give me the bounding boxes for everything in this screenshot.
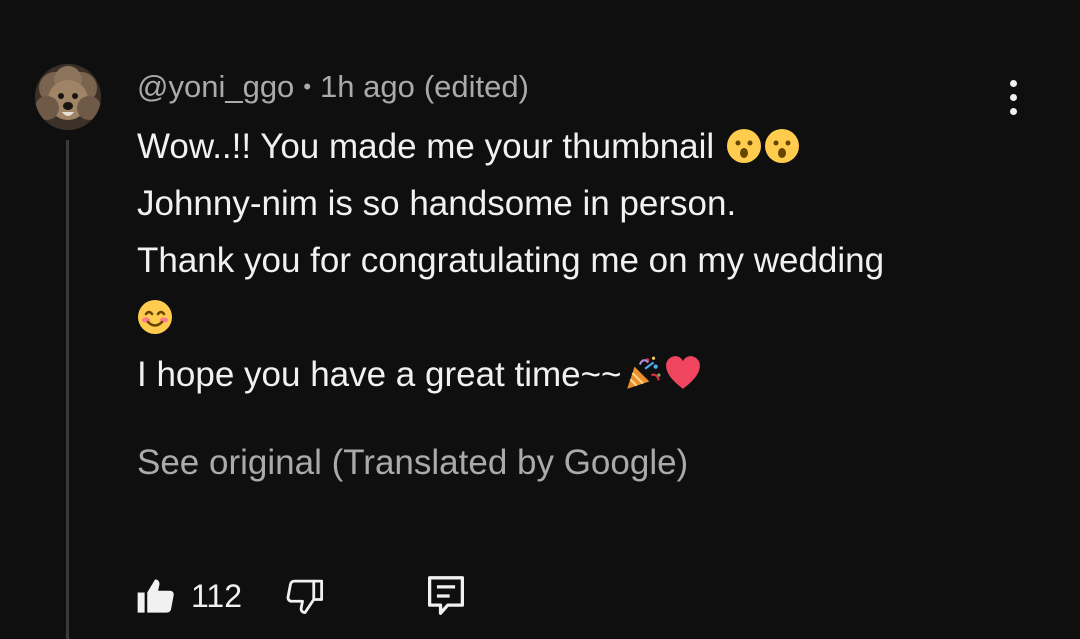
more-vertical-icon [1009,79,1017,87]
thumbs-up-icon [137,579,174,613]
comment-line-5: I hope you have a great time~~ [137,346,1037,403]
reply-button[interactable] [426,574,466,618]
author-handle[interactable]: @yoni_ggo [137,69,294,105]
comment-line-1: Wow..!! You made me your thumbnail [137,118,1037,175]
comment-text: Wow..!! You made me your thumbnail Johnn… [137,118,1037,403]
hushed-face-emoji-icon [726,129,761,163]
hushed-face-emoji-icon [764,129,799,163]
comment-line-4 [137,289,1037,346]
comment-header: @yoni_ggo • 1h ago (edited) [137,66,529,108]
red-heart-emoji-icon [665,356,700,389]
comment-time[interactable]: 1h ago [320,69,415,105]
meta-separator: • [303,74,312,99]
party-popper-emoji-icon [626,356,660,389]
more-actions-button[interactable] [994,74,1032,120]
like-count: 112 [191,577,243,614]
comment-line-3: Thank you for congratulating me on my we… [137,241,885,280]
smiling-face-emoji-icon [138,300,172,334]
comment-line-2: Johnny-nim is so handsome in person. [137,184,737,223]
like-button[interactable] [135,575,177,617]
thread-line [66,140,69,639]
comment-actions: 112 [135,572,466,620]
dislike-button[interactable] [284,575,326,617]
see-original-link[interactable]: See original (Translated by Google) [137,437,688,489]
avatar[interactable] [35,64,101,130]
thumbs-down-icon [286,579,324,615]
edited-label: (edited) [423,69,529,104]
poodle-avatar-icon [35,64,101,130]
reply-comment-icon [428,576,465,615]
